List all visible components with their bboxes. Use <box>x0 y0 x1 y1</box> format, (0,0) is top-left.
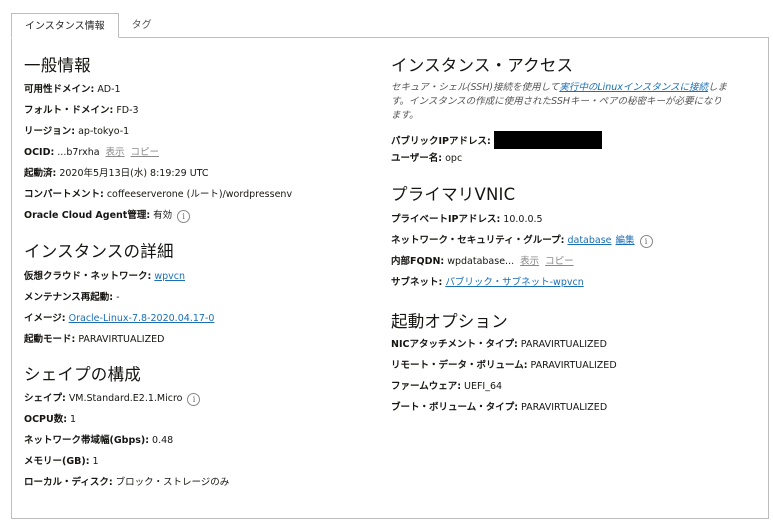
fqdn-copy-link[interactable]: コピー <box>545 256 574 267</box>
section-title-shape: シェイプの構成 <box>24 365 141 384</box>
bandwidth-row: ネットワーク帯域幅(Gbps): 0.48 <box>24 434 173 448</box>
firmware-label: ファームウェア: <box>391 381 462 392</box>
info-icon[interactable]: i <box>177 210 191 223</box>
availability-domain-value: AD-1 <box>97 84 121 95</box>
boot-volume-value: PARAVIRTUALIZED <box>521 402 608 413</box>
section-title-access: インスタンス・アクセス <box>391 56 574 75</box>
firmware-value: UEFI_64 <box>464 381 503 392</box>
nsg-edit-link[interactable]: 編集 <box>616 235 635 246</box>
cloud-agent-value: 有効 <box>153 210 173 221</box>
region-value: ap-tokyo-1 <box>78 126 130 137</box>
subnet-label: サブネット: <box>391 277 443 288</box>
private-ip-row: プライベートIPアドレス: 10.0.0.5 <box>391 213 543 227</box>
shape-label: シェイプ: <box>24 393 66 404</box>
remote-volume-label: リモート・データ・ボリューム: <box>391 360 528 371</box>
boot-volume-row: ブート・ボリューム・タイプ: PARAVIRTUALIZED <box>391 401 607 415</box>
vcn-link[interactable]: wpvcn <box>154 271 185 282</box>
availability-domain-label: 可用性ドメイン: <box>24 84 95 95</box>
shape-row: シェイプ: VM.Standard.E2.1.Micro i <box>24 392 201 406</box>
info-icon[interactable]: i <box>187 393 201 406</box>
fault-domain-value: FD-3 <box>116 105 139 116</box>
remote-volume-value: PARAVIRTUALIZED <box>530 360 617 371</box>
ocpu-row: OCPU数: 1 <box>24 413 76 427</box>
memory-label: メモリー(GB): <box>24 456 90 467</box>
nic-attachment-value: PARAVIRTUALIZED <box>520 339 607 350</box>
memory-row: メモリー(GB): 1 <box>24 455 99 469</box>
section-title-launch-options: 起動オプション <box>391 312 508 331</box>
compartment-value: coffeeserverone (ルート)/wordpressenv <box>106 189 293 200</box>
fault-domain-label: フォルト・ドメイン: <box>24 105 114 116</box>
fault-domain-row: フォルト・ドメイン: FD-3 <box>24 104 139 118</box>
username-label: ユーザー名: <box>391 153 443 164</box>
maintenance-reboot-value: - <box>116 292 120 303</box>
vcn-row: 仮想クラウド・ネットワーク: wpvcn <box>24 270 185 284</box>
instance-info-panel: 一般情報 可用性ドメイン: AD-1 フォルト・ドメイン: FD-3 リージョン: a… <box>11 37 769 519</box>
fqdn-label: 内部FQDN: <box>391 256 445 267</box>
private-ip-label: プライベートIPアドレス: <box>391 214 501 225</box>
tab-tags[interactable]: タグ <box>119 13 165 38</box>
boot-volume-label: ブート・ボリューム・タイプ: <box>391 402 519 413</box>
access-description: セキュア・シェル(SSH)接続を使用して実行中のLinuxインスタンスに接続しま… <box>391 81 731 123</box>
cloud-agent-label: Oracle Cloud Agent管理: <box>24 210 151 221</box>
memory-value: 1 <box>92 456 99 467</box>
ocid-value: ...b7rxha <box>57 147 100 158</box>
info-icon[interactable]: i <box>639 235 653 248</box>
vcn-label: 仮想クラウド・ネットワーク: <box>24 271 152 282</box>
nic-attachment-label: NICアタッチメント・タイプ: <box>391 339 518 350</box>
ocid-show-link[interactable]: 表示 <box>106 147 125 158</box>
launched-value: 2020年5月13日(水) 8:19:29 UTC <box>59 168 209 179</box>
nsg-row: ネットワーク・セキュリティ・グループ: database 編集 i <box>391 234 653 248</box>
fqdn-show-link[interactable]: 表示 <box>520 256 539 267</box>
public-ip-label: パブリックIPアドレス: <box>391 136 491 147</box>
access-description-text: セキュア・シェル(SSH)接続を使用して <box>391 82 560 93</box>
launch-mode-label: 起動モード: <box>24 334 76 345</box>
tab-instance-info[interactable]: インスタンス情報 <box>11 13 119 38</box>
compartment-row: コンパートメント: coffeeserverone (ルート)/wordpress… <box>24 188 292 202</box>
region-row: リージョン: ap-tokyo-1 <box>24 125 129 139</box>
ocpu-label: OCPU数: <box>24 414 68 425</box>
bandwidth-label: ネットワーク帯域幅(Gbps): <box>24 435 150 446</box>
nic-attachment-row: NICアタッチメント・タイプ: PARAVIRTUALIZED <box>391 338 607 352</box>
local-disk-value: ブロック・ストレージのみ <box>115 477 230 488</box>
public-ip-row: パブリックIPアドレス: <box>391 131 602 149</box>
section-title-general: 一般情報 <box>24 56 91 75</box>
availability-domain-row: 可用性ドメイン: AD-1 <box>24 83 121 97</box>
image-row: イメージ: Oracle-Linux-7.8-2020.04.17-0 <box>24 312 214 326</box>
subnet-row: サブネット: パブリック・サブネット-wpvcn <box>391 276 584 290</box>
launched-label: 起動済: <box>24 168 57 179</box>
username-row: ユーザー名: opc <box>391 152 462 166</box>
ocpu-value: 1 <box>70 414 77 425</box>
maintenance-reboot-row: メンテナンス再起動: - <box>24 291 120 305</box>
local-disk-label: ローカル・ディスク: <box>24 477 113 488</box>
ocid-label: OCID: <box>24 147 55 158</box>
nsg-database-link[interactable]: database <box>567 235 611 246</box>
launched-row: 起動済: 2020年5月13日(水) 8:19:29 UTC <box>24 167 209 181</box>
region-label: リージョン: <box>24 126 76 137</box>
redacted-public-ip <box>493 131 602 149</box>
private-ip-value: 10.0.0.5 <box>503 214 543 225</box>
fqdn-value: wpdatabase... <box>447 256 515 267</box>
launch-mode-row: 起動モード: PARAVIRTUALIZED <box>24 333 164 347</box>
image-link[interactable]: Oracle-Linux-7.8-2020.04.17-0 <box>69 313 215 324</box>
subnet-link[interactable]: パブリック・サブネット-wpvcn <box>445 277 583 288</box>
image-label: イメージ: <box>24 313 66 324</box>
section-title-details: インスタンスの詳細 <box>24 242 174 261</box>
ocid-row: OCID: ...b7rxha 表示 コピー <box>24 146 159 160</box>
maintenance-reboot-label: メンテナンス再起動: <box>24 292 114 303</box>
nsg-label: ネットワーク・セキュリティ・グループ: <box>391 235 565 246</box>
cloud-agent-row: Oracle Cloud Agent管理: 有効 i <box>24 209 191 223</box>
launch-mode-value: PARAVIRTUALIZED <box>78 334 165 345</box>
local-disk-row: ローカル・ディスク: ブロック・ストレージのみ <box>24 476 229 490</box>
fqdn-row: 内部FQDN: wpdatabase... 表示 コピー <box>391 255 574 269</box>
shape-value: VM.Standard.E2.1.Micro <box>68 393 183 404</box>
compartment-label: コンパートメント: <box>24 189 104 200</box>
username-value: opc <box>445 153 463 164</box>
connect-linux-link[interactable]: 実行中のLinuxインスタンスに接続 <box>559 82 708 93</box>
section-title-vnic: プライマリVNIC <box>391 185 516 204</box>
firmware-row: ファームウェア: UEFI_64 <box>391 380 502 394</box>
remote-volume-row: リモート・データ・ボリューム: PARAVIRTUALIZED <box>391 359 617 373</box>
bandwidth-value: 0.48 <box>152 435 174 446</box>
ocid-copy-link[interactable]: コピー <box>131 147 160 158</box>
tab-bar: インスタンス情報 タグ <box>11 12 165 38</box>
